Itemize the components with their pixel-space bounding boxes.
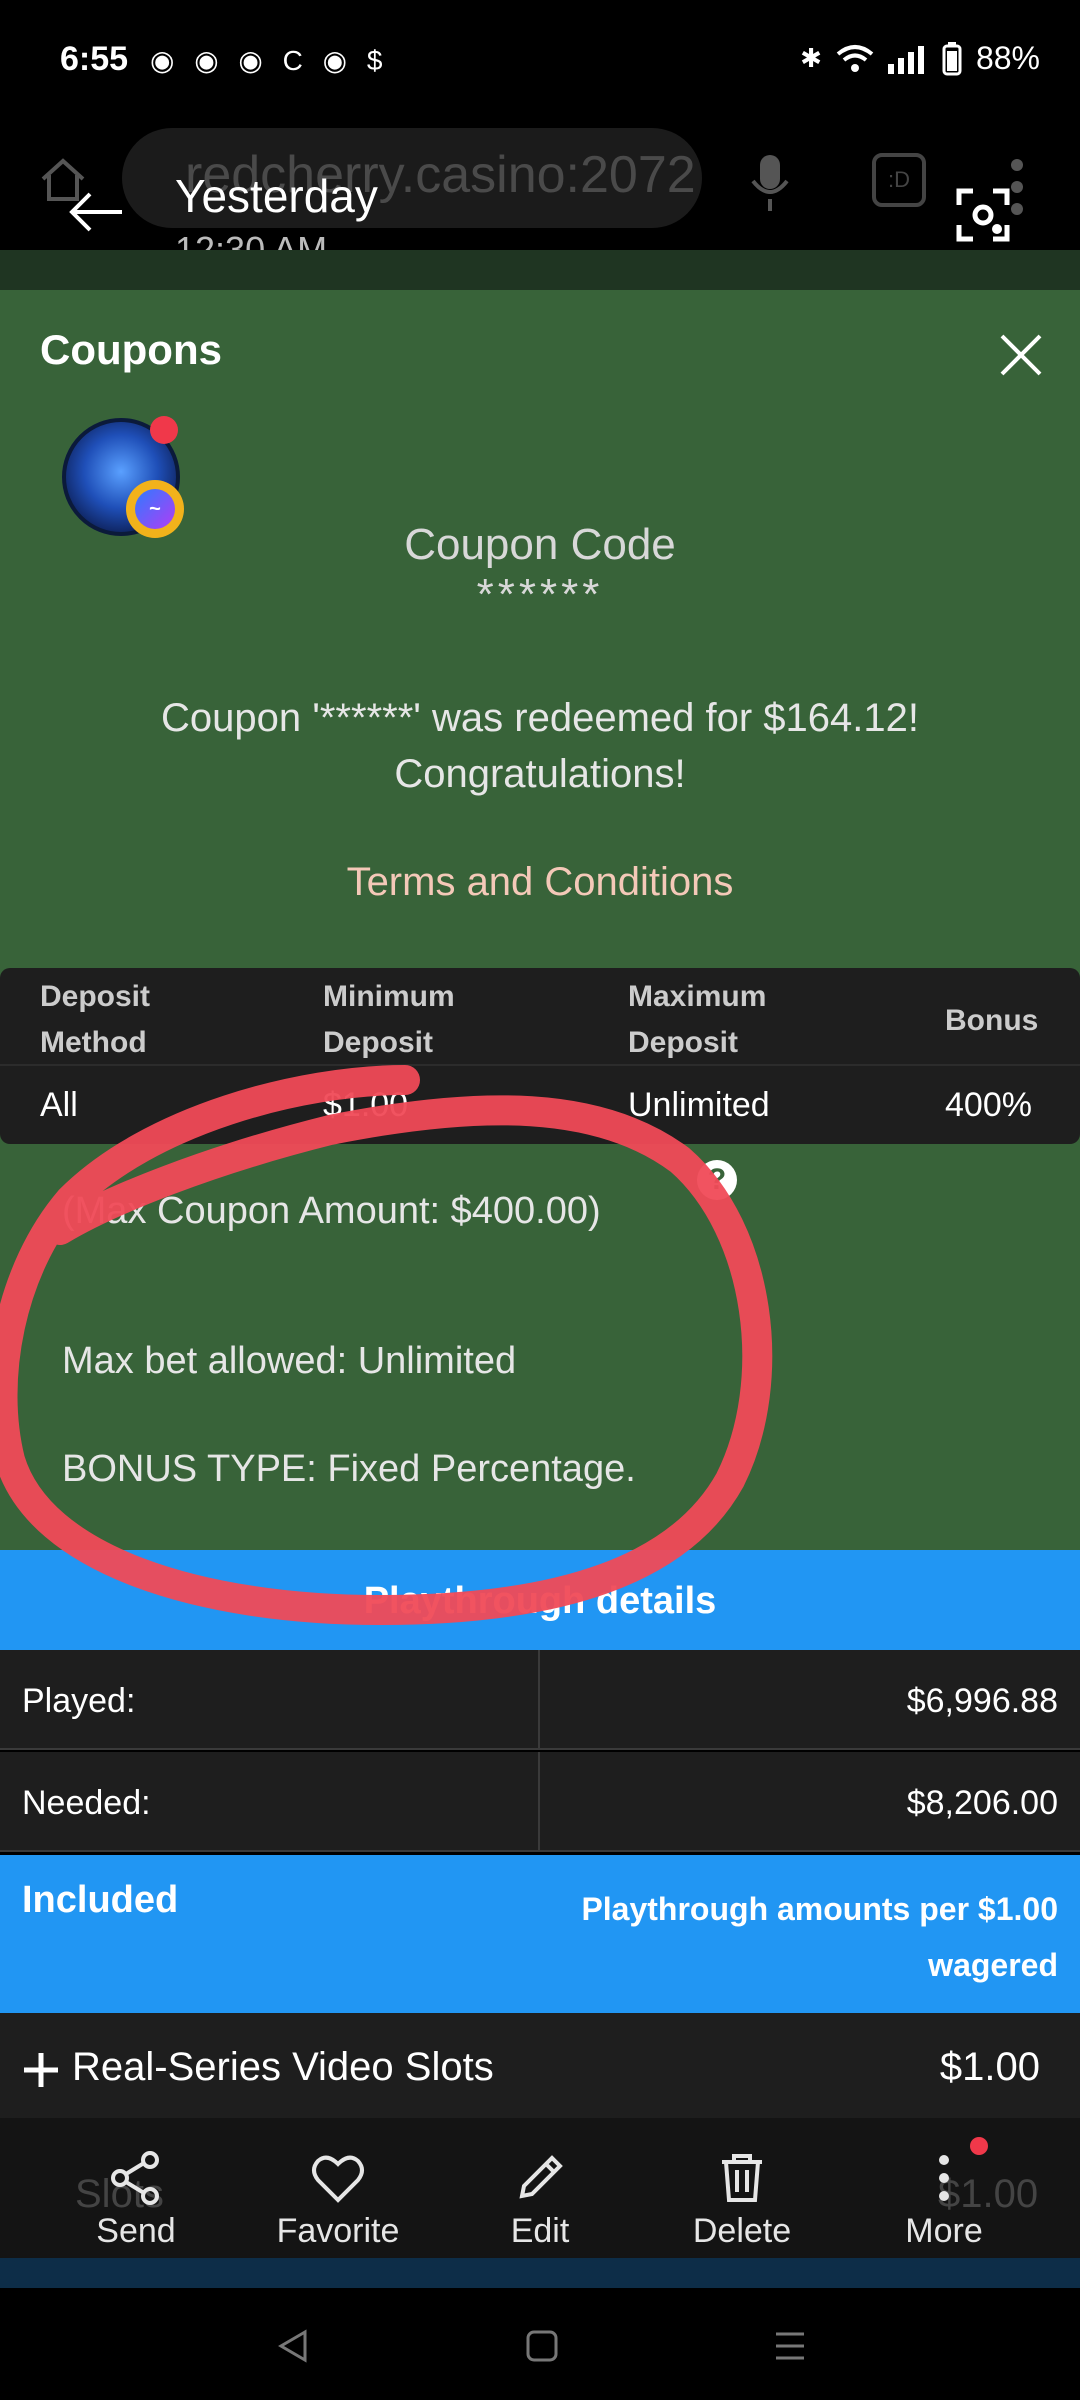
red-annotation-scribble [0,1065,773,1625]
